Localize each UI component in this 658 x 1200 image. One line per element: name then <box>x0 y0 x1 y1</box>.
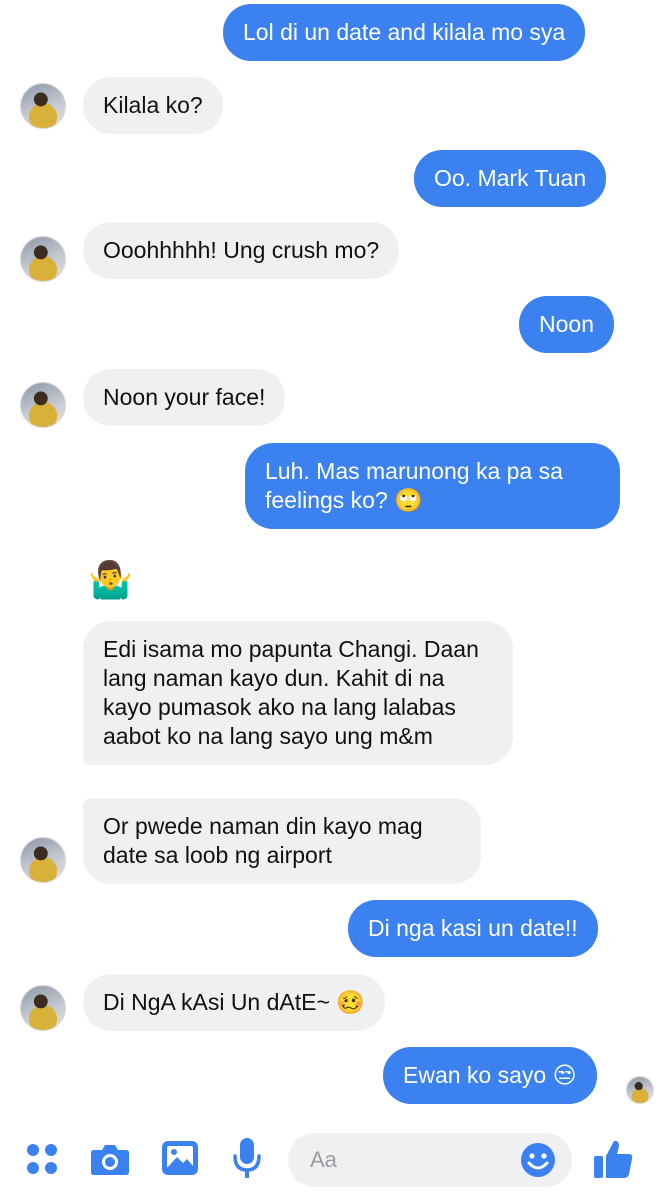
message-bubble-incoming[interactable]: Or pwede naman din kayo mag date sa loob… <box>83 798 481 884</box>
thumbs-up-icon[interactable] <box>592 1138 634 1185</box>
read-receipt-avatar <box>626 1076 654 1104</box>
message-bubble-outgoing[interactable]: Ewan ko sayo 😒 <box>383 1047 597 1104</box>
message-bubble-incoming[interactable]: Edi isama mo papunta Changi. Daan lang n… <box>83 621 513 765</box>
message-bubble-outgoing[interactable]: Luh. Mas marunong ka pa sa feelings ko? … <box>245 443 620 529</box>
message-bubble-outgoing[interactable]: Lol di un date and kilala mo sya <box>223 4 586 61</box>
message-input[interactable] <box>310 1133 510 1187</box>
message-bubble-incoming[interactable]: Di NgA kAsi Un dAtE~ 🥴 <box>83 974 385 1031</box>
message-bubble-outgoing[interactable]: Noon <box>519 296 614 353</box>
message-bubble-incoming[interactable]: Kilala ko? <box>83 77 223 134</box>
contact-avatar[interactable] <box>20 985 66 1031</box>
message-bubble-incoming[interactable]: Ooohhhhh! Ung crush mo? <box>83 222 400 279</box>
contact-avatar[interactable] <box>20 837 66 883</box>
shrug-emoji-message[interactable]: 🤷‍♂️ <box>88 560 133 600</box>
camera-icon[interactable] <box>90 1142 130 1181</box>
contact-avatar[interactable] <box>20 83 66 129</box>
message-bubble-outgoing[interactable]: Oo. Mark Tuan <box>414 150 607 207</box>
message-bubble-incoming[interactable]: Noon your face! <box>83 369 286 426</box>
more-dots-icon[interactable] <box>25 1142 59 1181</box>
emoji-icon[interactable] <box>520 1142 556 1183</box>
contact-avatar[interactable] <box>20 236 66 282</box>
gallery-icon[interactable] <box>161 1140 199 1181</box>
message-bubble-outgoing[interactable]: Di nga kasi un date!! <box>348 900 598 957</box>
microphone-icon[interactable] <box>232 1136 262 1185</box>
message-input-field[interactable] <box>288 1133 572 1187</box>
composer-toolbar <box>0 1118 658 1200</box>
contact-avatar[interactable] <box>20 382 66 428</box>
